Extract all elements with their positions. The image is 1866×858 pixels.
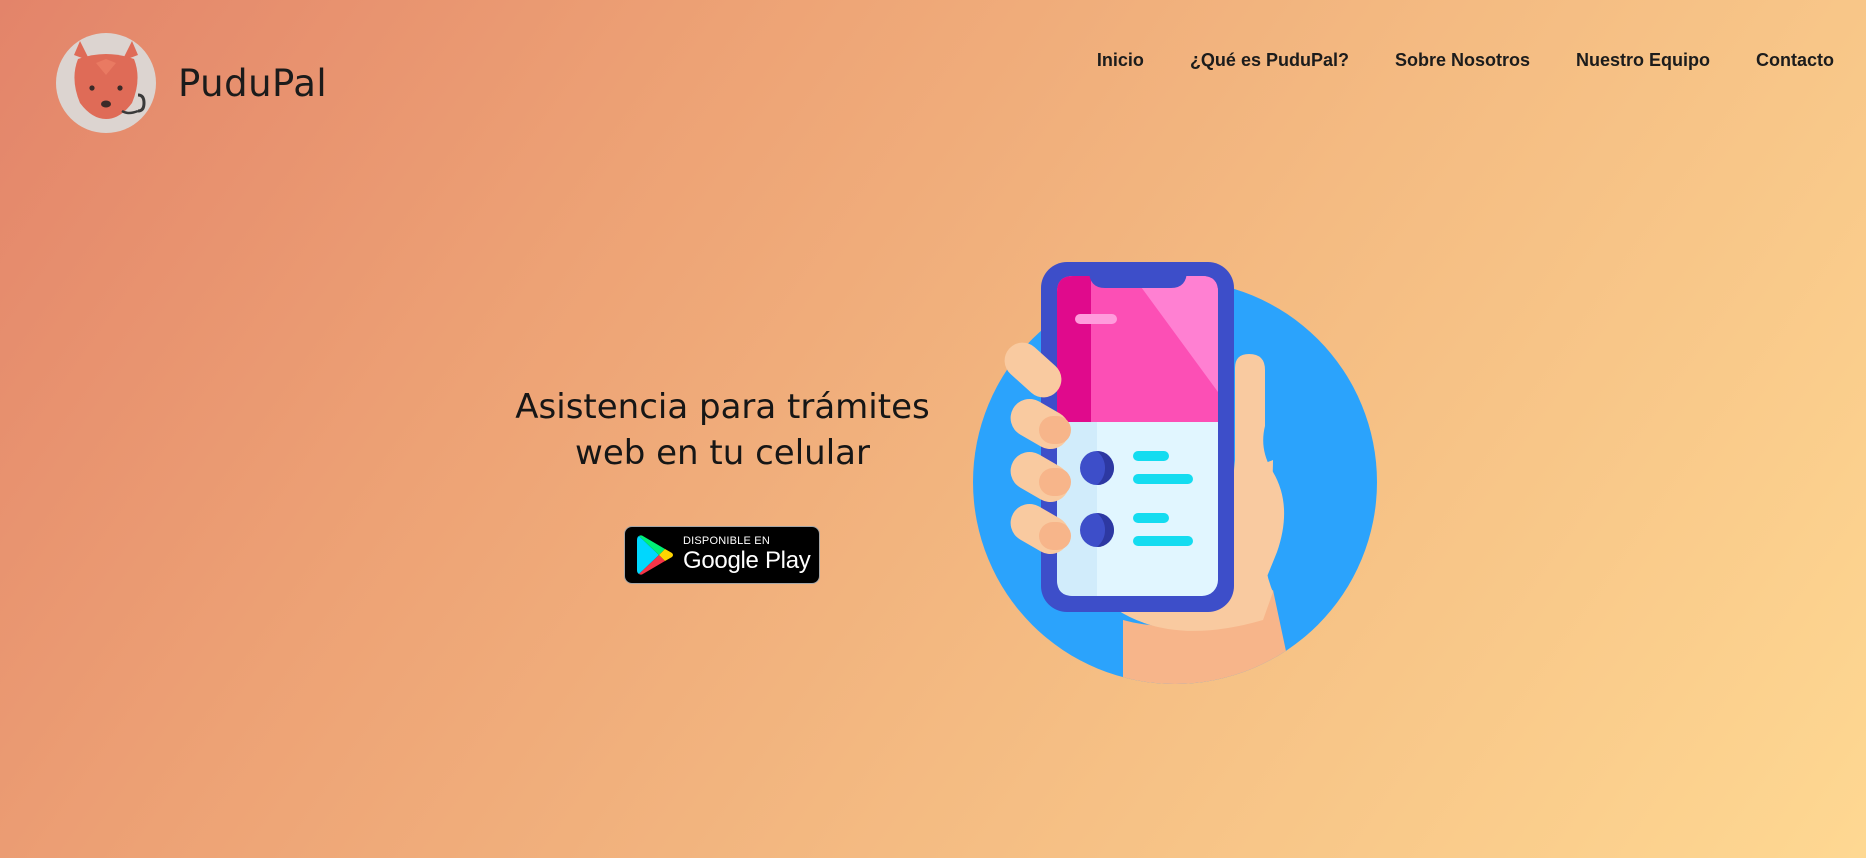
google-play-icon: [637, 535, 673, 575]
hero-heading-line-1: Asistencia para trámites: [515, 387, 930, 427]
nav-link-inicio[interactable]: Inicio: [1097, 50, 1144, 71]
nav-link-contacto[interactable]: Contacto: [1756, 50, 1834, 71]
nav-link-nuestro-equipo[interactable]: Nuestro Equipo: [1576, 50, 1710, 71]
nav-link-que-es-pudupal[interactable]: ¿Qué es PuduPal?: [1190, 50, 1349, 71]
main-nav: Inicio ¿Qué es PuduPal? Sobre Nosotros N…: [1051, 50, 1834, 71]
pudu-deer-icon: [74, 41, 146, 119]
hero-heading: Asistencia para trámites web en tu celul…: [500, 384, 945, 476]
badge-small-text: DISPONIBLE EN: [683, 535, 770, 547]
hero-heading-line-2: web en tu celular: [575, 433, 870, 473]
google-play-badge[interactable]: DISPONIBLE EN Google Play: [624, 526, 820, 584]
nav-link-sobre-nosotros[interactable]: Sobre Nosotros: [1395, 50, 1530, 71]
logo[interactable]: [56, 33, 156, 133]
brand-name[interactable]: PuduPal: [178, 62, 327, 105]
brand[interactable]: PuduPal: [56, 33, 327, 133]
badge-texts: DISPONIBLE EN Google Play: [683, 535, 811, 575]
badge-big-text: Google Play: [683, 547, 811, 574]
hand-holding-phone-icon: [973, 262, 1377, 684]
